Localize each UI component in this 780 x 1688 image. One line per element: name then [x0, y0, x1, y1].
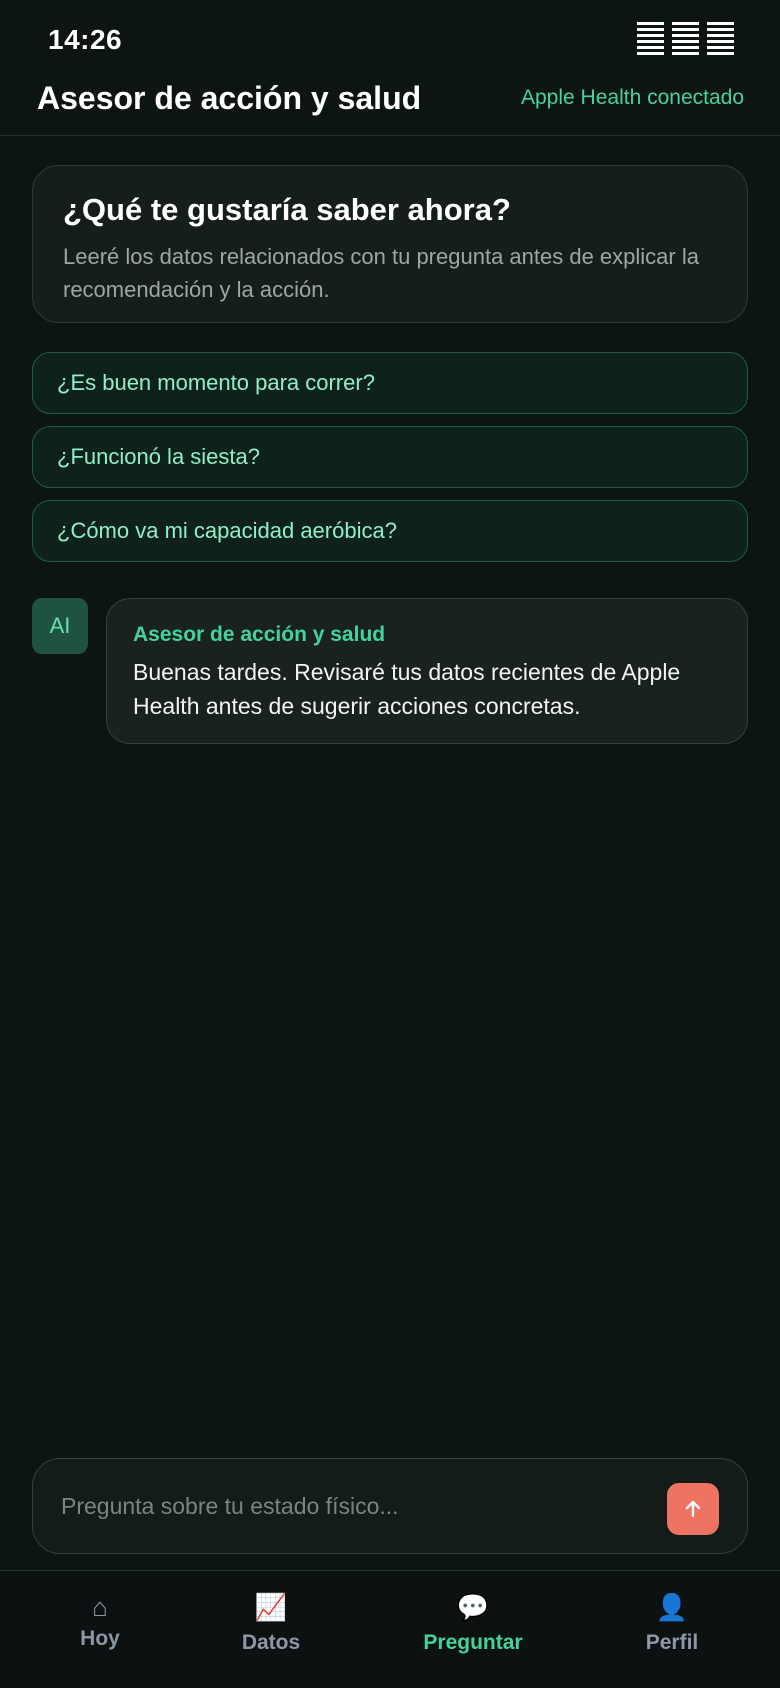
tab-label: Datos: [241, 1631, 301, 1654]
page-title: Asesor de acción y salud: [37, 80, 422, 116]
arrow-up-icon: [685, 1500, 701, 1518]
chat-bubble-icon: 💬: [456, 1592, 490, 1622]
suggestion-chip-nap[interactable]: ¿Funcionó la siesta?: [32, 426, 748, 488]
ai-avatar: AI: [32, 598, 88, 654]
suggestion-chip-aerobic[interactable]: ¿Cómo va mi capacidad aeróbica?: [32, 500, 748, 562]
chart-icon: 📈: [254, 1592, 288, 1622]
battery-icon: [707, 22, 734, 58]
tab-bar: ⌂ Hoy 📈 Datos 💬 Preguntar 👤 Perfil: [0, 1570, 780, 1688]
intro-title: ¿Qué te gustaría saber ahora?: [63, 192, 511, 227]
intro-card: ¿Qué te gustaría saber ahora? Leeré los …: [32, 165, 748, 323]
tab-preguntar[interactable]: 💬 Preguntar: [398, 1589, 548, 1669]
tab-perfil[interactable]: 👤 Perfil: [597, 1589, 747, 1669]
suggestion-chip-run[interactable]: ¿Es buen momento para correr?: [32, 352, 748, 414]
status-bar: 14:26: [0, 0, 780, 70]
profile-icon: 👤: [655, 1592, 689, 1622]
tab-label: Hoy: [80, 1627, 120, 1650]
app-screen: 14:26 Asesor de acción y salud Apple Hea…: [0, 0, 780, 1688]
signal-icon: [637, 22, 664, 58]
status-time: 14:26: [48, 24, 123, 55]
composer: [32, 1458, 748, 1554]
question-input[interactable]: [61, 1483, 641, 1529]
message-author: Asesor de acción y salud: [133, 623, 386, 646]
tab-label: Preguntar: [423, 1631, 523, 1654]
message-text: Buenas tardes. Revisaré tus datos recien…: [133, 659, 681, 719]
assistant-message: Asesor de acción y salud Buenas tardes. …: [106, 598, 748, 744]
status-icons: [637, 22, 734, 58]
tab-hoy[interactable]: ⌂ Hoy: [25, 1589, 175, 1669]
wifi-icon: [672, 22, 699, 58]
health-connection-status: Apple Health conectado: [521, 86, 744, 109]
tab-label: Perfil: [645, 1631, 699, 1654]
home-icon: ⌂: [92, 1592, 108, 1622]
app-header: Asesor de acción y salud Apple Health co…: [0, 70, 780, 136]
intro-text: Leeré los datos relacionados con tu preg…: [63, 244, 699, 302]
tab-datos[interactable]: 📈 Datos: [196, 1589, 346, 1669]
send-button[interactable]: [667, 1483, 719, 1535]
